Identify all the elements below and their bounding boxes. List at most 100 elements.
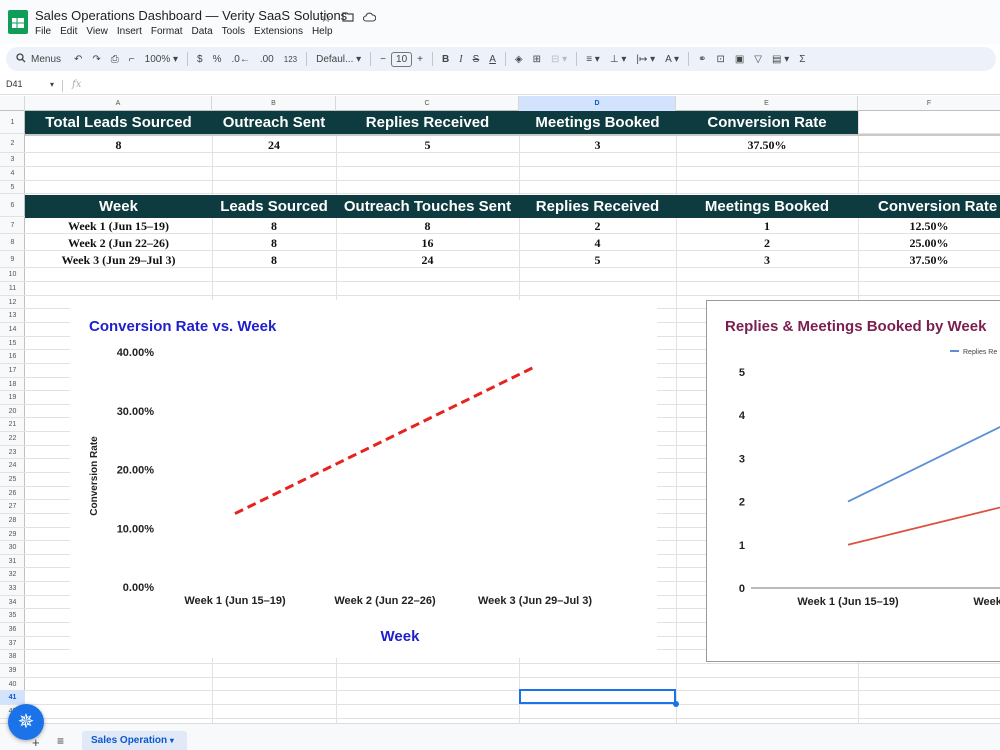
more-formats-button[interactable]: 123 [284, 55, 297, 64]
row-header-24[interactable]: 24 [0, 459, 25, 473]
menu-extensions[interactable]: Extensions [254, 26, 303, 40]
borders-icon[interactable]: ⊞ [533, 54, 541, 65]
horizontal-align-icon[interactable]: ≡ ▾ [586, 54, 600, 65]
font-select[interactable]: Defaul... ▾ [316, 54, 361, 65]
summary-header-total-leads[interactable]: Total Leads Sourced [25, 111, 212, 134]
weekly-cell-leads[interactable]: 8 [212, 218, 336, 235]
weekly-cell-replies[interactable]: 2 [519, 218, 676, 235]
weekly-cell-replies[interactable]: 4 [519, 235, 676, 252]
row-header-35[interactable]: 35 [0, 609, 25, 623]
chevron-down-icon[interactable]: ▾ [50, 80, 54, 89]
document-title[interactable]: Sales Operations Dashboard — Verity SaaS… [35, 8, 347, 23]
weekly-cell-leads[interactable]: 8 [212, 235, 336, 252]
text-color-button[interactable]: A [489, 54, 496, 65]
weekly-header-outreach[interactable]: Outreach Touches Sent [336, 195, 519, 218]
weekly-cell-meetings[interactable]: 1 [676, 218, 858, 235]
column-header-b[interactable]: B [212, 96, 336, 111]
weekly-cell-meetings[interactable]: 2 [676, 235, 858, 252]
row-header-16[interactable]: 16 [0, 350, 25, 364]
row-header-40[interactable]: 40 [0, 678, 25, 691]
row-header-12[interactable]: 12 [0, 296, 25, 309]
percent-format-button[interactable]: % [213, 54, 222, 65]
row-header-36[interactable]: 36 [0, 623, 25, 637]
column-header-e[interactable]: E [676, 96, 858, 111]
all-sheets-menu-icon[interactable]: ≡ [57, 734, 64, 748]
summary-header-conversion[interactable]: Conversion Rate [676, 111, 858, 134]
assistant-sparkle-icon[interactable]: ✵ [8, 704, 44, 740]
menu-tools[interactable]: Tools [222, 26, 245, 40]
row-header-20[interactable]: 20 [0, 405, 25, 418]
menu-view[interactable]: View [86, 26, 108, 40]
row-header-28[interactable]: 28 [0, 514, 25, 528]
summary-value-conversion[interactable]: 37.50% [676, 137, 858, 154]
row-header-14[interactable]: 14 [0, 323, 25, 337]
insert-link-icon[interactable]: ⚭ [698, 54, 706, 65]
row-header-17[interactable]: 17 [0, 364, 25, 378]
row-header-29[interactable]: 29 [0, 528, 25, 541]
weekly-cell-week[interactable]: Week 1 (Jun 15–19) [25, 218, 212, 235]
summary-header-outreach-sent[interactable]: Outreach Sent [212, 111, 336, 134]
row-header-2[interactable]: 2 [0, 134, 25, 153]
weekly-cell-week[interactable]: Week 2 (Jun 22–26) [25, 235, 212, 252]
weekly-cell-conversion[interactable]: 25.00% [858, 235, 1000, 252]
weekly-cell-meetings[interactable]: 3 [676, 252, 858, 269]
undo-icon[interactable]: ↶ [74, 54, 82, 65]
row-header-23[interactable]: 23 [0, 446, 25, 459]
weekly-header-leads[interactable]: Leads Sourced [212, 195, 336, 218]
select-all-corner[interactable] [0, 96, 25, 111]
insert-chart-icon[interactable]: ▣ [735, 54, 744, 65]
text-rotation-icon[interactable]: A ▾ [665, 54, 679, 65]
row-header-7[interactable]: 7 [0, 217, 25, 234]
weekly-cell-conversion[interactable]: 12.50% [858, 218, 1000, 235]
bold-button[interactable]: B [442, 54, 449, 65]
weekly-cell-outreach[interactable]: 16 [336, 235, 519, 252]
zoom-select[interactable]: 100% ▾ [145, 54, 178, 65]
row-header-6[interactable]: 6 [0, 194, 25, 217]
row-header-18[interactable]: 18 [0, 378, 25, 391]
summary-header-replies[interactable]: Replies Received [336, 111, 519, 134]
row-header-30[interactable]: 30 [0, 541, 25, 555]
functions-button[interactable]: Σ [799, 54, 805, 65]
row-header-31[interactable]: 31 [0, 555, 25, 568]
decrease-font-size-icon[interactable]: − [380, 54, 386, 65]
weekly-header-replies[interactable]: Replies Received [519, 195, 676, 218]
row-header-22[interactable]: 22 [0, 432, 25, 446]
conversion-rate-chart[interactable]: Conversion Rate vs. Week Conversion Rate… [70, 300, 657, 658]
filter-icon[interactable]: ▽ [754, 54, 762, 65]
row-header-4[interactable]: 4 [0, 167, 25, 181]
summary-header-meetings[interactable]: Meetings Booked [519, 111, 676, 134]
menu-insert[interactable]: Insert [117, 26, 142, 40]
column-header-d[interactable]: D [519, 96, 676, 111]
font-size-input[interactable]: 10 [391, 51, 413, 67]
row-header-3[interactable]: 3 [0, 153, 25, 167]
summary-value-total-leads[interactable]: 8 [25, 137, 212, 154]
row-header-5[interactable]: 5 [0, 181, 25, 194]
row-header-11[interactable]: 11 [0, 282, 25, 296]
weekly-cell-conversion[interactable]: 37.50% [858, 252, 1000, 269]
weekly-header-meetings[interactable]: Meetings Booked [676, 195, 858, 218]
row-header-10[interactable]: 10 [0, 268, 25, 282]
decrease-decimal-button[interactable]: .0← [232, 54, 250, 65]
menu-edit[interactable]: Edit [60, 26, 77, 40]
row-header-21[interactable]: 21 [0, 418, 25, 432]
menu-help[interactable]: Help [312, 26, 333, 40]
chevron-down-icon[interactable]: ▾ [170, 736, 174, 745]
fill-handle[interactable] [673, 701, 679, 707]
row-header-1[interactable]: 1 [0, 111, 25, 134]
strikethrough-button[interactable]: S [473, 54, 480, 65]
cloud-saved-icon[interactable] [362, 10, 377, 25]
sheets-logo-icon[interactable] [6, 8, 30, 36]
weekly-cell-replies[interactable]: 5 [519, 252, 676, 269]
folder-icon[interactable] [342, 10, 354, 25]
row-header-27[interactable]: 27 [0, 500, 25, 514]
row-header-8[interactable]: 8 [0, 234, 25, 251]
summary-value-replies[interactable]: 5 [336, 137, 519, 154]
menu-data[interactable]: Data [192, 26, 213, 40]
replies-meetings-chart[interactable]: Replies & Meetings Booked by Week Replie… [706, 300, 1000, 662]
row-header-13[interactable]: 13 [0, 309, 25, 323]
text-wrap-icon[interactable]: |↦ ▾ [636, 54, 655, 65]
column-header-f[interactable]: F [858, 96, 1000, 111]
search-menus[interactable]: Menus [16, 52, 61, 66]
row-header-41[interactable]: 41 [0, 691, 25, 705]
print-icon[interactable]: ⎙ [111, 54, 119, 65]
